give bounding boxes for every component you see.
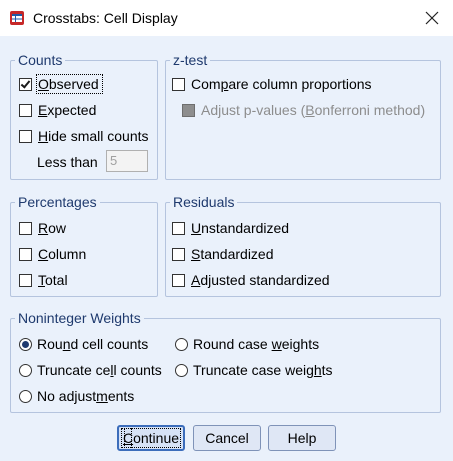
round-cell-radio-icon	[19, 337, 32, 351]
truncate-case-weights-radio[interactable]: Truncate case weights	[175, 360, 333, 380]
truncate-cell-label: Truncate cell counts	[37, 362, 162, 378]
ztest-legend: z-test	[173, 52, 208, 68]
standardized-label: Standardized	[191, 246, 274, 262]
counts-legend: Counts	[18, 52, 63, 68]
column-check-icon	[19, 247, 32, 261]
round-cell-counts-radio[interactable]: Round cell counts	[19, 334, 148, 354]
unstandardized-check-icon	[172, 221, 185, 235]
total-check-icon	[19, 273, 32, 287]
expected-label: Expected	[38, 102, 97, 118]
round-case-weights-radio[interactable]: Round case weights	[175, 334, 319, 354]
adjusted-standardized-checkbox[interactable]: Adjusted standardized	[172, 270, 330, 290]
truncate-case-radio-icon	[175, 363, 188, 377]
column-label: Column	[38, 246, 87, 262]
row-check-icon	[19, 221, 32, 235]
close-icon[interactable]	[420, 6, 444, 30]
adjust-p-values-checkbox[interactable]: Adjust p-values (Bonferroni method)	[182, 100, 425, 120]
continue-label: Continue	[120, 428, 182, 448]
observed-label: Observed	[36, 74, 103, 94]
dialog-body: Counts Observed Expected Hide small coun…	[0, 36, 453, 461]
window-title: Crosstabs: Cell Display	[33, 10, 178, 26]
title-bar: Crosstabs: Cell Display	[0, 0, 453, 36]
unstandardized-label: Unstandardized	[191, 220, 290, 236]
compare-label: Compare column proportions	[191, 76, 372, 92]
no-adjustments-label: No adjustments	[37, 388, 135, 404]
truncate-cell-counts-radio[interactable]: Truncate cell counts	[19, 360, 162, 380]
adjust-check-icon	[182, 103, 195, 117]
adjusted-standardized-check-icon	[172, 273, 185, 287]
standardized-check-icon	[172, 247, 185, 261]
help-button[interactable]: Help	[268, 425, 336, 451]
expected-check-icon	[19, 103, 32, 117]
hide-small-label: Hide small counts	[38, 128, 149, 144]
spss-app-icon	[10, 11, 24, 25]
less-than-input[interactable]: 5	[106, 150, 148, 172]
round-case-label: Round case weights	[193, 336, 320, 352]
column-checkbox[interactable]: Column	[19, 244, 86, 264]
observed-checkbox[interactable]: Observed	[19, 74, 103, 94]
continue-button[interactable]: Continue	[117, 425, 185, 451]
expected-checkbox[interactable]: Expected	[19, 100, 96, 120]
truncate-case-label: Truncate case weights	[193, 362, 333, 378]
round-case-radio-icon	[175, 337, 188, 351]
observed-check-icon	[19, 77, 32, 91]
row-checkbox[interactable]: Row	[19, 218, 66, 238]
no-adjustments-radio-icon	[19, 389, 32, 403]
round-cell-label: Round cell counts	[37, 336, 149, 352]
compare-column-proportions-checkbox[interactable]: Compare column proportions	[172, 74, 372, 94]
adjust-label: Adjust p-values (Bonferroni method)	[201, 102, 426, 118]
compare-check-icon	[172, 77, 185, 91]
cancel-button[interactable]: Cancel	[193, 425, 261, 451]
hide-small-counts-checkbox[interactable]: Hide small counts	[19, 126, 149, 146]
hide-small-check-icon	[19, 129, 32, 143]
truncate-cell-radio-icon	[19, 363, 32, 377]
weights-legend: Noninteger Weights	[18, 310, 141, 326]
residuals-legend: Residuals	[173, 194, 235, 210]
standardized-checkbox[interactable]: Standardized	[172, 244, 274, 264]
percentages-legend: Percentages	[18, 194, 97, 210]
no-adjustments-radio[interactable]: No adjustments	[19, 386, 134, 406]
total-checkbox[interactable]: Total	[19, 270, 68, 290]
total-label: Total	[38, 272, 68, 288]
less-than-label: Less than	[37, 154, 98, 170]
row-label: Row	[38, 220, 67, 236]
unstandardized-checkbox[interactable]: Unstandardized	[172, 218, 289, 238]
adjusted-standardized-label: Adjusted standardized	[191, 272, 330, 288]
